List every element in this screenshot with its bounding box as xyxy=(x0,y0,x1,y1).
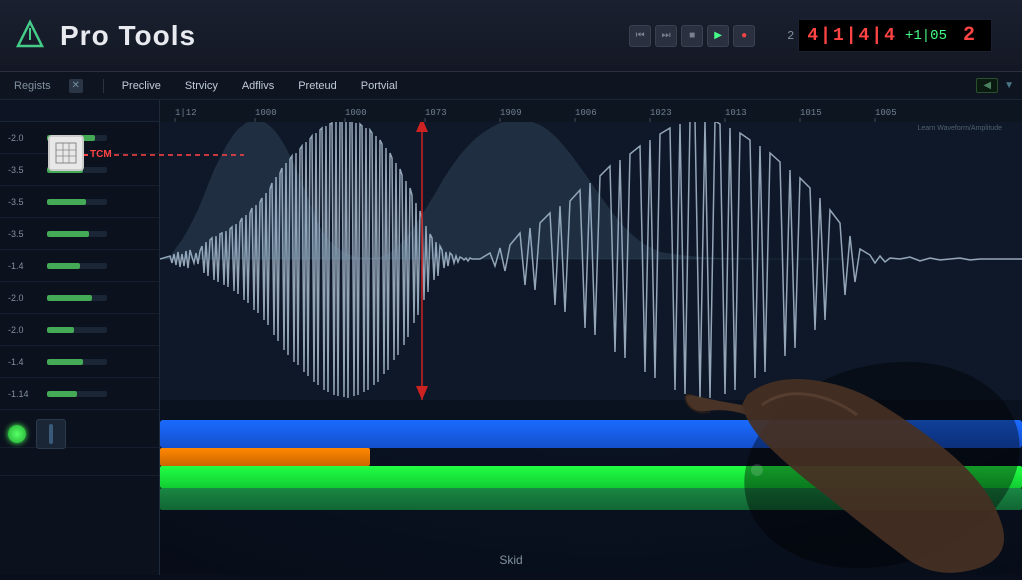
skid-label: Skid xyxy=(499,553,522,567)
waveform-info-label: Learn Waveform/Amplitude xyxy=(917,125,1002,132)
track-level-bar-5 xyxy=(47,263,107,269)
bpm-display: +1|05 xyxy=(905,28,947,44)
header-bar: Pro Tools ⏮ ⏭ ■ ▶ ● 2 4|1|4|4 +1|05 2 xyxy=(0,0,1022,72)
grid-tool-annotation: TCM xyxy=(48,135,84,171)
track-level-fill-6 xyxy=(47,295,92,301)
svg-text:1|12: 1|12 xyxy=(175,108,197,118)
play-button[interactable]: ▶ xyxy=(707,25,729,47)
track-level-fill-8 xyxy=(47,359,83,365)
menu-bar: Regists ✕ Preclive Strvicy Adflivs Prete… xyxy=(0,72,1022,100)
svg-text:1000: 1000 xyxy=(345,108,367,118)
track-item-3[interactable]: -3.5 xyxy=(0,186,159,218)
svg-text:1013: 1013 xyxy=(725,108,747,118)
waveform-svg xyxy=(160,118,1022,400)
avid-logo-icon xyxy=(10,16,50,56)
track-level-fill-5 xyxy=(47,263,80,269)
svg-text:1005: 1005 xyxy=(875,108,897,118)
track-level-bar-3 xyxy=(47,199,107,205)
track-level-bar-8 xyxy=(47,359,107,365)
svg-text:1000: 1000 xyxy=(255,108,277,118)
track-item-5[interactable]: -1.4 xyxy=(0,250,159,282)
track-level-bar-7 xyxy=(47,327,107,333)
counter2-display: 2 xyxy=(955,24,983,47)
svg-text:1023: 1023 xyxy=(650,108,672,118)
svg-text:1015: 1015 xyxy=(800,108,822,118)
dashed-line-svg xyxy=(114,154,244,156)
track-item-6[interactable]: -2.0 xyxy=(0,282,159,314)
track-lane-label-green xyxy=(0,420,159,448)
grid-icon-svg xyxy=(55,142,77,164)
close-section-button[interactable]: ✕ xyxy=(69,79,83,93)
track-level-bar-4 xyxy=(47,231,107,237)
svg-text:1073: 1073 xyxy=(425,108,447,118)
track-level-fill-9 xyxy=(47,391,77,397)
timecode-value: 4|1|4|4 xyxy=(807,26,897,46)
rewind-button[interactable]: ⏮ xyxy=(629,25,651,47)
track-item-9[interactable]: -1.14 xyxy=(0,378,159,410)
track-lane-blue[interactable] xyxy=(160,420,1022,448)
view-toggle[interactable]: ▼ xyxy=(1004,80,1014,91)
zoom-indicator[interactable]: ◀ xyxy=(976,78,998,93)
record-button[interactable]: ● xyxy=(733,25,755,47)
track-lane-green-bright[interactable] xyxy=(160,466,1022,488)
logo-area: Pro Tools xyxy=(10,16,196,56)
track-item-7[interactable]: -2.0 xyxy=(0,314,159,346)
timecode-display: 4|1|4|4 +1|05 2 xyxy=(798,19,992,52)
grid-icon-box[interactable] xyxy=(48,135,84,171)
svg-text:1006: 1006 xyxy=(575,108,597,118)
track-level-bar-9 xyxy=(47,391,107,397)
track-item-8[interactable]: -1.4 xyxy=(0,346,159,378)
fader-control[interactable] xyxy=(36,419,66,449)
track-lane-label-2 xyxy=(0,448,159,476)
menu-item-preteud[interactable]: Preteud xyxy=(288,78,347,94)
track-lane-labels xyxy=(0,420,160,575)
track-lane-orange[interactable] xyxy=(160,448,370,466)
track-level-fill-4 xyxy=(47,231,89,237)
timeline-ruler: 1|12 1000 1000 1073 1909 1006 1023 1013 … xyxy=(160,100,1022,122)
menu-item-strvicy[interactable]: Strvicy xyxy=(175,78,228,94)
track-lanes-area xyxy=(160,420,1022,575)
menu-item-preclive[interactable]: Preclive xyxy=(112,78,171,94)
tcm-label: TCM xyxy=(90,149,112,160)
track-lane-green-dark[interactable] xyxy=(160,488,1022,510)
ruler-svg: 1|12 1000 1000 1073 1909 1006 1023 1013 … xyxy=(160,100,1022,122)
waveform-area: M S Audio Track 1 Learn Waveform/Amplitu… xyxy=(160,100,1022,420)
track-level-bar-6 xyxy=(47,295,107,301)
svg-text:1909: 1909 xyxy=(500,108,522,118)
track-level-fill-3 xyxy=(47,199,86,205)
menu-section-regists[interactable]: Regists xyxy=(8,78,57,94)
transport-controls: ⏮ ⏭ ■ ▶ ● 2 4|1|4|4 +1|05 2 xyxy=(629,19,992,52)
track-level-fill-7 xyxy=(47,327,74,333)
counter-label: 2 xyxy=(787,29,794,43)
fast-forward-button[interactable]: ⏭ xyxy=(655,25,677,47)
green-status-dot xyxy=(8,425,26,443)
track-item-4[interactable]: -3.5 xyxy=(0,218,159,250)
menu-item-portvial[interactable]: Portvial xyxy=(351,78,408,94)
stop-button[interactable]: ■ xyxy=(681,25,703,47)
app-title: Pro Tools xyxy=(60,20,196,52)
menu-divider xyxy=(103,79,104,93)
menu-item-adflivs[interactable]: Adflivs xyxy=(232,78,284,94)
